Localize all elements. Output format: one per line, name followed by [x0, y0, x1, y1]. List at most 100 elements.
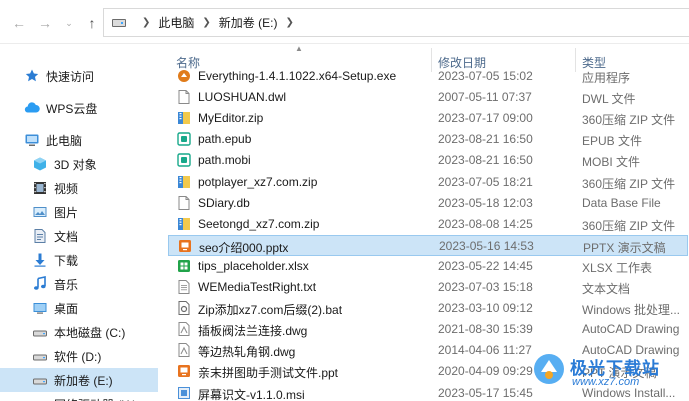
- file-type: MOBI 文件: [582, 155, 641, 170]
- arrow-left-icon: ←: [12, 15, 26, 31]
- sidebar-item-5[interactable]: 视频: [0, 176, 158, 200]
- forward-button[interactable]: →: [36, 14, 54, 32]
- sidebar-item-label: 图片: [54, 205, 79, 220]
- sidebar-item-8[interactable]: 下载: [0, 248, 158, 272]
- file-row[interactable]: Seetongd_xz7.com.zip 2023-08-08 14:25 360压…: [168, 214, 688, 235]
- file-type: 360压缩 ZIP 文件: [582, 113, 676, 128]
- address-bar[interactable]: ❯ 此电脑 ❯ 新加卷 (E:) ❯: [103, 8, 689, 37]
- file-row[interactable]: 等边热轧角钢.dwg 2014-04-06 11:27 AutoCAD Drawin…: [168, 340, 688, 361]
- file-name: tips_placeholder.xlsx: [198, 258, 309, 273]
- sidebar-item-9[interactable]: 音乐: [0, 272, 158, 296]
- sidebar-item-12[interactable]: 软件 (D:): [0, 344, 158, 368]
- sidebar-item-14[interactable]: 网络驱动器 (X:): [0, 392, 158, 401]
- sidebar-item-label: 快速访问: [46, 69, 95, 84]
- file-row[interactable]: WEMediaTestRight.txt 2023-07-03 15:18 文本文档: [168, 277, 688, 298]
- sidebar-item-6[interactable]: 图片: [0, 200, 158, 224]
- file-type: 应用程序: [582, 71, 631, 85]
- sidebar-item-4[interactable]: 3D 对象: [0, 152, 158, 176]
- sidebar-item-3[interactable]: 此电脑: [0, 128, 158, 152]
- sidebar-item-2[interactable]: WPS云盘: [0, 96, 158, 120]
- dwg-icon: [176, 342, 192, 358]
- file-row[interactable]: Zip添加xz7.com后缀(2).bat 2023-03-10 09:12 Win…: [168, 298, 688, 319]
- recent-locations-button[interactable]: ⌄: [60, 14, 78, 32]
- sidebar-item-label: 软件 (D:): [54, 349, 102, 364]
- xlsx-icon: [176, 258, 192, 274]
- file-type: PPT 演示文稿: [582, 366, 657, 381]
- file-type: PPTX 演示文稿: [583, 240, 666, 255]
- file-modified-date: 2023-08-08 14:25: [438, 216, 533, 231]
- file-type: DWL 文件: [582, 92, 636, 107]
- file-modified-date: 2020-04-09 09:29: [438, 364, 533, 379]
- file-name: Zip添加xz7.com后缀(2).bat: [198, 303, 343, 318]
- file-modified-date: 2023-08-21 16:50: [438, 132, 533, 147]
- sidebar-item-13[interactable]: 新加卷 (E:): [0, 368, 158, 392]
- msi-icon: [176, 385, 192, 401]
- sidebar-item-label: 此电脑: [46, 133, 83, 148]
- star-icon: [24, 68, 40, 84]
- cube-icon: [32, 156, 48, 172]
- file-name: SDiary.db: [198, 195, 250, 210]
- file-modified-date: 2014-04-06 11:27: [438, 343, 532, 358]
- file-name: path.mobi: [198, 153, 251, 168]
- bat-icon: [176, 300, 192, 316]
- sidebar-item-label: 音乐: [54, 277, 79, 292]
- file-name: Everything-1.4.1.1022.x64-Setup.exe: [198, 69, 397, 83]
- sidebar-item-label: 网络驱动器 (X:): [54, 396, 137, 401]
- file-row[interactable]: 屏幕识文-v1.1.0.msi 2023-05-17 15:45 Windows I…: [168, 383, 688, 401]
- file-row[interactable]: SDiary.db 2023-05-18 12:03 Data Base File: [168, 193, 688, 214]
- chevron-right-icon[interactable]: ❯: [202, 17, 210, 28]
- download-icon: [32, 252, 48, 268]
- file-row[interactable]: path.mobi 2023-08-21 16:50 MOBI 文件: [168, 150, 688, 171]
- chevron-down-icon: ⌄: [65, 17, 73, 28]
- file-name: 屏幕识文-v1.1.0.msi: [198, 387, 305, 401]
- sidebar-item-11[interactable]: 本地磁盘 (C:): [0, 320, 158, 344]
- file-modified-date: 2023-07-03 15:18: [438, 280, 533, 294]
- file-name: LUOSHUAN.dwl: [198, 90, 287, 105]
- file-type: 360压缩 ZIP 文件: [582, 218, 676, 233]
- drive-icon: [32, 348, 48, 364]
- file-type: 360压缩 ZIP 文件: [582, 176, 676, 191]
- file-name: path.epub: [198, 132, 252, 147]
- file-row[interactable]: potplayer_xz7.com.zip 2023-07-05 18:21 360…: [168, 172, 688, 193]
- file-list: ▲ 名称 修改日期 类型 Everything-1.4.1.1022.x64-S…: [158, 44, 689, 401]
- file-name: Seetongd_xz7.com.zip: [198, 216, 320, 231]
- sidebar-item-7[interactable]: 文档: [0, 224, 158, 248]
- up-button[interactable]: ↑: [83, 14, 101, 32]
- dwg-icon: [176, 321, 192, 337]
- file-name: WEMediaTestRight.txt: [198, 280, 317, 294]
- cloud-icon: [24, 100, 40, 116]
- file-type: Windows 批处理...: [582, 303, 681, 318]
- breadcrumb-current-drive[interactable]: 新加卷 (E:): [219, 14, 278, 31]
- file-modified-date: 2023-05-22 14:45: [438, 258, 533, 273]
- file-row[interactable]: tips_placeholder.xlsx 2023-05-22 14:45 XLS…: [168, 256, 688, 277]
- chevron-right-icon[interactable]: ❯: [142, 17, 150, 28]
- file-modified-date: 2007-05-11 07:37: [438, 90, 532, 105]
- file-type: Windows Install...: [582, 385, 676, 400]
- file-row[interactable]: 亲末拼图助手测试文件.ppt 2020-04-09 09:29 PPT 演示文稿: [168, 361, 688, 382]
- back-button[interactable]: ←: [10, 14, 28, 32]
- file-modified-date: 2021-08-30 15:39: [438, 322, 533, 337]
- ppt-icon: [176, 363, 192, 379]
- music-icon: [32, 276, 48, 292]
- sidebar-item-label: 下载: [54, 253, 79, 268]
- txt-icon: [176, 279, 192, 295]
- breadcrumb-this-pc[interactable]: 此电脑: [158, 14, 194, 31]
- file-type: EPUB 文件: [582, 134, 643, 149]
- sidebar-item-1[interactable]: 快速访问: [0, 64, 158, 88]
- desktop-icon: [32, 300, 48, 316]
- sidebar-item-label: 新加卷 (E:): [54, 373, 113, 388]
- file-row[interactable]: LUOSHUAN.dwl 2007-05-11 07:37 DWL 文件: [168, 87, 688, 108]
- file-name: 插板阀法兰连接.dwg: [198, 324, 308, 339]
- file-row[interactable]: seo介绍000.pptx 2023-05-16 14:53 PPTX 演示文稿: [168, 234, 688, 256]
- file-row[interactable]: path.epub 2023-08-21 16:50 EPUB 文件: [168, 129, 688, 150]
- file-row[interactable]: MyEditor.zip 2023-07-17 09:00 360压缩 ZIP 文件: [168, 108, 688, 129]
- file-type: AutoCAD Drawing: [582, 322, 680, 337]
- sidebar-item-10[interactable]: 桌面: [0, 296, 158, 320]
- file-modified-date: 2023-05-16 14:53: [439, 238, 534, 253]
- drive-icon: [32, 324, 48, 340]
- file-row[interactable]: 插板阀法兰连接.dwg 2021-08-30 15:39 AutoCAD Drawi…: [168, 319, 688, 340]
- file-row[interactable]: Everything-1.4.1.1022.x64-Setup.exe 2023-…: [168, 66, 688, 87]
- chevron-right-icon[interactable]: ❯: [285, 17, 293, 28]
- zip-icon: [176, 216, 192, 232]
- file-modified-date: 2023-07-05 15:02: [438, 69, 533, 83]
